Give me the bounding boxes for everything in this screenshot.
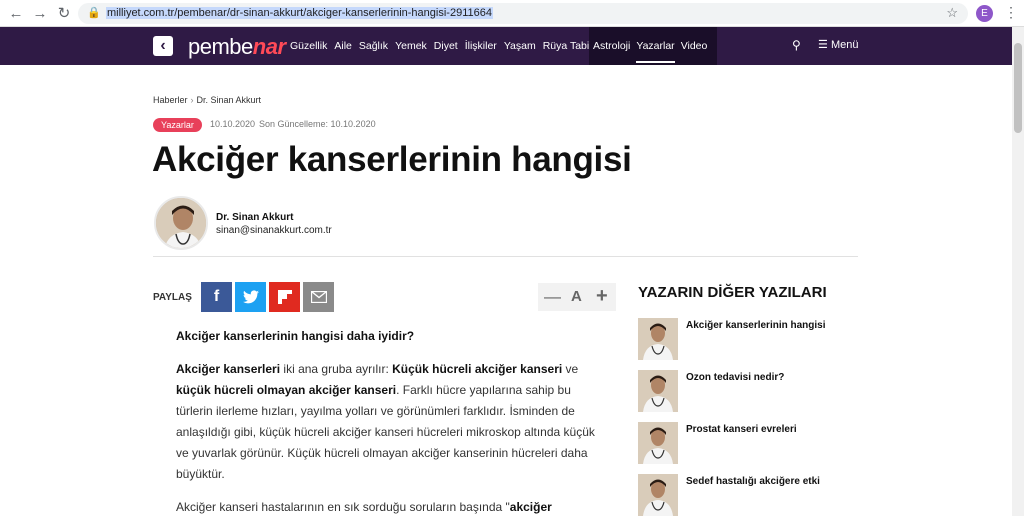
email-share-button[interactable] [303, 282, 334, 312]
forward-arrow-icon[interactable]: → [30, 4, 50, 24]
breadcrumb-separator: › [190, 95, 194, 105]
site-navbar: ‹ pembenar Güzellik Aile Sağlık Yemek Di… [0, 27, 1012, 65]
flipboard-icon [277, 290, 292, 304]
secondary-menu: Astroloji Yazarlar Video [589, 27, 718, 65]
menu-label: Menü [830, 39, 859, 51]
menu-item-yasam[interactable]: Yaşam [504, 27, 536, 65]
reload-icon[interactable]: ↻ [54, 4, 74, 24]
article-thumbnail[interactable] [638, 370, 678, 412]
article-thumbnail[interactable] [638, 318, 678, 360]
font-size-control: — A + [538, 283, 616, 311]
sidebar-article-item[interactable]: Akciğer kanserlerinin hangisi [638, 318, 858, 360]
paragraph-text: iki ana gruba ayrılır: [280, 362, 393, 376]
category-badge[interactable]: Yazarlar [153, 118, 202, 132]
breadcrumb-item-author[interactable]: Dr. Sinan Akkurt [197, 95, 262, 105]
site-logo[interactable]: pembenar [188, 34, 286, 60]
divider [153, 256, 858, 257]
facebook-share-button[interactable]: f [201, 282, 232, 312]
share-label: PAYLAŞ [153, 292, 192, 303]
menu-item-saglik[interactable]: Sağlık [359, 27, 388, 65]
article-paragraph: Akciğer kanseri hastalarının en sık sord… [176, 497, 596, 518]
paragraph-text: ve [562, 362, 579, 376]
mail-icon [310, 290, 327, 304]
font-decrease-button[interactable]: — [544, 287, 561, 307]
sidebar-article-item[interactable]: Sedef hastalığı akciğere etki [638, 474, 858, 516]
sidebar-title: YAZARIN DİĞER YAZILARI [638, 284, 827, 301]
scrollbar-thumb[interactable] [1014, 43, 1022, 133]
menu-item-guzellik[interactable]: Güzellik [290, 27, 327, 65]
menu-item-diyet[interactable]: Diyet [434, 27, 458, 65]
author-avatar[interactable] [154, 196, 208, 250]
bold-text: küçük hücreli olmayan akciğer kanseri [176, 383, 397, 397]
menu-item-astroloji[interactable]: Astroloji [593, 27, 630, 65]
lock-icon: 🔒 [87, 7, 101, 19]
breadcrumb-item-haberler[interactable]: Haberler [153, 95, 188, 105]
paragraph-text: Akciğer kanseri hastalarının en sık sord… [176, 500, 510, 514]
sidebar-article-item[interactable]: Ozon tedavisi nedir? [638, 370, 858, 412]
author-name[interactable]: Dr. Sinan Akkurt [216, 212, 293, 223]
font-increase-button[interactable]: + [596, 285, 608, 308]
back-arrow-icon[interactable]: ← [6, 4, 26, 24]
bold-text: akciğer [509, 500, 552, 514]
twitter-share-button[interactable] [235, 282, 266, 312]
twitter-icon [242, 290, 259, 304]
address-bar[interactable]: 🔒 milliyet.com.tr/pembenar/dr-sinan-akku… [78, 3, 968, 24]
browser-menu-icon[interactable]: ⋮ [1004, 4, 1018, 21]
article-thumbnail[interactable] [638, 474, 678, 516]
profile-avatar[interactable]: E [976, 5, 993, 22]
url-text[interactable]: milliyet.com.tr/pembenar/dr-sinan-akkurt… [106, 7, 493, 19]
menu-item-aile[interactable]: Aile [334, 27, 352, 65]
article-subheading: Akciğer kanserlerinin hangisi daha iyidi… [176, 326, 596, 347]
publish-date: 10.10.2020 [210, 119, 256, 129]
sidebar-article-title[interactable]: Prostat kanseri evreleri [686, 424, 797, 435]
search-icon[interactable]: ⚲ [792, 38, 801, 52]
author-email[interactable]: sinan@sinanakkurt.com.tr [216, 225, 332, 236]
page-title: Akciğer kanserlerinin hangisi [152, 140, 632, 179]
hamburger-icon: ☰ [818, 39, 828, 51]
bold-text: Akciğer kanserleri [176, 362, 281, 376]
sidebar-article-title[interactable]: Akciğer kanserlerinin hangisi [686, 320, 826, 331]
browser-toolbar: ← → ↻ 🔒 milliyet.com.tr/pembenar/dr-sina… [0, 0, 1024, 27]
facebook-icon: f [213, 288, 220, 305]
bookmark-star-icon[interactable]: ☆ [946, 5, 958, 21]
article-body: Akciğer kanserlerinin hangisi daha iyidi… [176, 326, 596, 530]
article-thumbnail[interactable] [638, 422, 678, 464]
scrollbar[interactable] [1012, 27, 1024, 516]
font-size-label: A [571, 288, 582, 305]
menu-button[interactable]: ☰ Menü [818, 38, 858, 51]
flipboard-share-button[interactable] [269, 282, 300, 312]
menu-item-yemek[interactable]: Yemek [395, 27, 427, 65]
bold-text: Küçük hücreli akciğer kanseri [392, 362, 563, 376]
menu-item-yazarlar[interactable]: Yazarlar [636, 27, 676, 65]
menu-item-video[interactable]: Video [681, 27, 708, 65]
logo-part1: pembe [188, 34, 253, 59]
menu-item-iliskiler[interactable]: İlişkiler [465, 27, 497, 65]
sidebar-article-title[interactable]: Sedef hastalığı akciğere etki [686, 476, 820, 487]
sidebar-article-item[interactable]: Prostat kanseri evreleri [638, 422, 858, 464]
subheading-text: Akciğer kanserlerinin hangisi daha iyidi… [176, 329, 415, 343]
paragraph-text: . Farklı hücre yapılarına sahip bu türle… [176, 383, 595, 481]
logo-part2: nar [252, 34, 286, 59]
main-menu: Güzellik Aile Sağlık Yemek Diyet İlişkil… [290, 27, 614, 65]
updated-date: Son Güncelleme: 10.10.2020 [259, 119, 376, 129]
site-back-button[interactable]: ‹ [153, 36, 173, 56]
breadcrumb: Haberler › Dr. Sinan Akkurt [153, 95, 261, 105]
article-paragraph: Akciğer kanserleri iki ana gruba ayrılır… [176, 359, 596, 485]
sidebar-article-title[interactable]: Ozon tedavisi nedir? [686, 372, 784, 383]
